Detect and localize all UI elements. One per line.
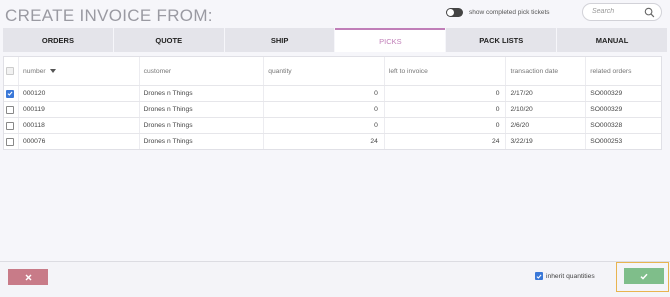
row-checkbox[interactable] xyxy=(6,105,14,114)
check-icon xyxy=(7,91,13,96)
tab-quote[interactable]: QUOTE xyxy=(113,28,224,52)
table-row[interactable]: 000120 Drones n Things 0 0 2/17/20 SO000… xyxy=(4,85,661,101)
column-header-number-label: number xyxy=(22,67,46,75)
cell-related-orders: SO000329 xyxy=(590,90,623,97)
show-completed-toggle[interactable] xyxy=(446,8,463,17)
cell-left-to-invoice: 24 xyxy=(385,134,507,149)
inherit-quantities-option[interactable]: inherit quantities xyxy=(535,272,595,280)
search-icon[interactable] xyxy=(644,7,655,18)
cell-transaction-date: 3/22/19 xyxy=(506,134,587,149)
cell-customer: Drones n Things xyxy=(140,86,265,101)
cell-number: 000119 xyxy=(19,102,140,117)
show-completed-toggle-wrap[interactable]: show completed pick tickets xyxy=(446,8,550,17)
sort-down-icon[interactable] xyxy=(49,69,56,73)
page-title: CREATE INVOICE FROM: xyxy=(5,6,213,25)
tab-picks[interactable]: PICKS xyxy=(335,28,446,52)
tab-ship[interactable]: SHIP xyxy=(224,28,335,52)
cell-quantity: 0 xyxy=(264,102,385,117)
toggle-knob xyxy=(447,9,454,16)
cell-customer: Drones n Things xyxy=(140,118,265,133)
cell-customer: Drones n Things xyxy=(140,102,265,117)
cell-left-to-invoice: 0 xyxy=(385,102,507,117)
inherit-quantities-label: inherit quantities xyxy=(546,272,595,280)
cell-related-orders: SO000253 xyxy=(590,138,623,145)
row-checkbox[interactable] xyxy=(6,137,14,146)
check-icon xyxy=(536,274,542,279)
cell-number: 000076 xyxy=(19,134,140,149)
cell-customer: Drones n Things xyxy=(140,134,265,149)
cell-related-orders: SO000329 xyxy=(590,106,623,113)
table-row[interactable]: 000118 Drones n Things 0 0 2/6/20 SO0003… xyxy=(4,117,661,133)
select-all-checkbox[interactable] xyxy=(6,67,14,75)
tab-pack-lists[interactable]: PACK LISTS xyxy=(446,28,557,52)
cell-quantity: 0 xyxy=(264,118,385,133)
cell-quantity: 24 xyxy=(264,134,385,149)
cell-number: 000118 xyxy=(19,118,140,133)
column-header-transaction-date[interactable]: transaction date xyxy=(506,57,587,85)
column-header-left-to-invoice[interactable]: left to invoice xyxy=(385,57,507,85)
cancel-button[interactable] xyxy=(8,269,48,285)
cell-number: 000120 xyxy=(19,86,140,101)
footer-bar: inherit quantities xyxy=(0,261,670,297)
tab-orders[interactable]: ORDERS xyxy=(3,28,113,52)
column-header-quantity[interactable]: quantity xyxy=(264,57,385,85)
column-header-customer[interactable]: customer xyxy=(140,57,265,85)
column-header-related-orders[interactable]: related orders xyxy=(586,57,661,85)
column-header-number[interactable]: number xyxy=(19,57,140,85)
inherit-quantities-checkbox[interactable] xyxy=(535,272,543,280)
row-checkbox[interactable] xyxy=(6,121,14,130)
table-header-row: number customer quantity left to invoice… xyxy=(4,57,661,85)
checkmark-icon xyxy=(640,273,648,280)
row-checkbox[interactable] xyxy=(6,89,14,98)
cell-related-orders: SO000328 xyxy=(590,122,623,129)
cell-transaction-date: 2/10/20 xyxy=(506,102,587,117)
tab-manual[interactable]: MANUAL xyxy=(557,28,667,52)
cell-transaction-date: 2/6/20 xyxy=(506,118,587,133)
cell-quantity: 0 xyxy=(264,86,385,101)
cell-transaction-date: 2/17/20 xyxy=(506,86,587,101)
cell-left-to-invoice: 0 xyxy=(385,86,507,101)
show-completed-label: show completed pick tickets xyxy=(469,9,550,16)
table-row[interactable]: 000119 Drones n Things 0 0 2/10/20 SO000… xyxy=(4,101,661,117)
search-input[interactable] xyxy=(592,8,644,15)
search-box[interactable] xyxy=(582,3,662,21)
picks-table: number customer quantity left to invoice… xyxy=(3,56,662,150)
cell-left-to-invoice: 0 xyxy=(385,118,507,133)
confirm-button[interactable] xyxy=(624,268,664,284)
table-row[interactable]: 000076 Drones n Things 24 24 3/22/19 SO0… xyxy=(4,133,661,149)
close-icon xyxy=(25,274,31,280)
source-tabs: ORDERS QUOTE SHIP PICKS PACK LISTS MANUA… xyxy=(3,28,667,52)
